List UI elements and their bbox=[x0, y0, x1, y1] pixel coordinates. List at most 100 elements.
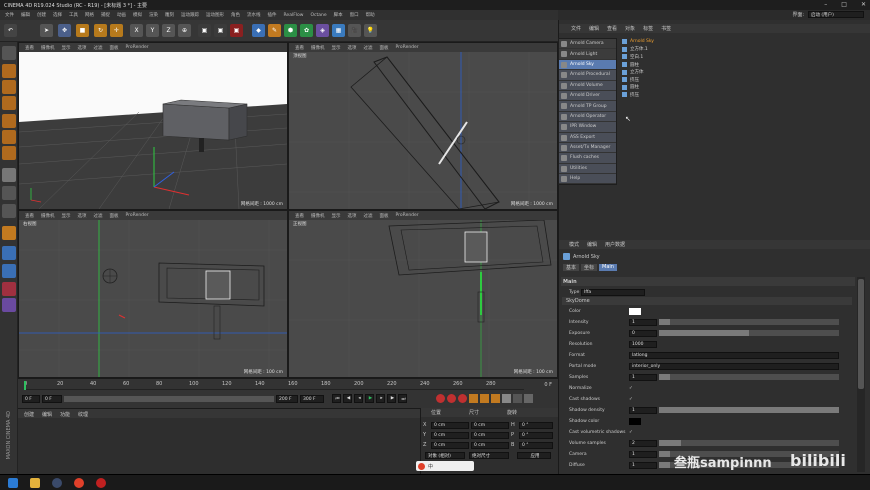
arnold-menu-item[interactable]: Help bbox=[559, 174, 616, 185]
vp-menu-item[interactable]: 面板 bbox=[110, 213, 119, 219]
next-key-icon[interactable]: ▶ bbox=[387, 394, 396, 403]
live-select-icon[interactable]: ✛ bbox=[110, 24, 123, 37]
material-menu-item[interactable]: 纹理 bbox=[78, 411, 88, 418]
current-frame-field[interactable]: 0 F bbox=[42, 395, 62, 403]
recorder-icon[interactable] bbox=[96, 478, 106, 488]
shadow-color-swatch[interactable] bbox=[629, 417, 641, 425]
size-field[interactable]: 0 cm bbox=[471, 441, 509, 449]
menu-item[interactable]: 窗口 bbox=[350, 12, 359, 18]
close-icon[interactable]: ✕ bbox=[861, 1, 866, 8]
attr-value-field[interactable]: 1000 bbox=[629, 340, 657, 348]
playhead[interactable] bbox=[24, 381, 26, 390]
y-axis-button[interactable]: Y bbox=[146, 24, 159, 37]
polygons-mode-icon[interactable] bbox=[2, 130, 16, 144]
file-explorer-icon[interactable] bbox=[30, 478, 40, 488]
arnold-menu-item[interactable]: Arnold TP Group bbox=[559, 101, 616, 112]
auto-key-icon[interactable] bbox=[447, 394, 456, 403]
select-arrow-icon[interactable]: ➤ bbox=[40, 24, 53, 37]
attr-value-field[interactable]: 1 bbox=[629, 373, 657, 381]
layout-select[interactable]: 启动 (用户) bbox=[808, 11, 864, 18]
attr-slider[interactable] bbox=[659, 374, 839, 380]
object-row[interactable]: 立方体 bbox=[622, 68, 682, 76]
vp-menu-item[interactable]: 过滤 bbox=[94, 213, 103, 219]
size-mode-select[interactable]: 绝对尺寸 bbox=[469, 452, 509, 459]
menu-item[interactable]: 运动跟踪 bbox=[181, 12, 199, 18]
arnold-menu-item[interactable]: Flush caches bbox=[559, 153, 616, 164]
start-frame-field[interactable]: 0 F bbox=[22, 395, 40, 403]
attr-menu-item[interactable]: 模式 bbox=[569, 241, 579, 248]
menu-item[interactable]: 网格 bbox=[85, 12, 94, 18]
goto-end-icon[interactable]: ⏭ bbox=[398, 394, 407, 403]
vp-menu-item[interactable]: 选项 bbox=[78, 45, 87, 51]
key-selection-icon[interactable] bbox=[458, 394, 467, 403]
arnold-menu-item[interactable]: Arnold Sky bbox=[559, 59, 616, 71]
position-field[interactable]: 0 cm bbox=[431, 431, 469, 439]
size-field[interactable]: 0 cm bbox=[471, 431, 509, 439]
vp-menu-item[interactable]: 查看 bbox=[295, 213, 304, 219]
coord-system-icon[interactable]: ⊕ bbox=[178, 24, 191, 37]
chrome-icon[interactable] bbox=[74, 478, 84, 488]
z-axis-button[interactable]: Z bbox=[162, 24, 175, 37]
menu-item[interactable]: 动画 bbox=[117, 12, 126, 18]
workplane-icon[interactable] bbox=[2, 80, 16, 94]
axis-icon[interactable] bbox=[2, 186, 16, 200]
pla-key-icon[interactable] bbox=[513, 394, 522, 403]
tab-main[interactable]: Main bbox=[599, 264, 617, 271]
vp-menu-item[interactable]: 摄像机 bbox=[41, 45, 55, 51]
scale-icon[interactable]: ■ bbox=[76, 24, 89, 37]
vp-menu-item[interactable]: 摄像机 bbox=[311, 213, 325, 219]
vp-menu-item[interactable]: 查看 bbox=[25, 45, 34, 51]
arnold-menu-item[interactable]: Arnold Operator bbox=[559, 111, 616, 123]
object-row[interactable]: 挤压 bbox=[622, 76, 682, 84]
attr-select[interactable]: interior_only bbox=[629, 362, 839, 370]
attr-slider[interactable] bbox=[659, 330, 839, 336]
position-field[interactable]: 0 cm bbox=[431, 421, 469, 429]
attr-scroll-thumb[interactable] bbox=[858, 279, 864, 389]
attr-value-field[interactable]: 1 bbox=[629, 461, 657, 469]
param-key-icon[interactable] bbox=[502, 394, 511, 403]
vp-menu-item[interactable]: 面板 bbox=[110, 45, 119, 51]
vp-menu-item[interactable]: 摄像机 bbox=[311, 45, 325, 51]
vp-menu-item[interactable]: ProRender bbox=[396, 45, 419, 50]
vp-menu-item[interactable]: 显示 bbox=[332, 213, 341, 219]
menu-item[interactable]: 帮助 bbox=[366, 12, 375, 18]
goto-start-icon[interactable]: ⏮ bbox=[332, 394, 341, 403]
obj-menu-item[interactable]: 文件 bbox=[571, 25, 581, 32]
object-row[interactable]: Arnold Sky bbox=[622, 38, 682, 46]
prev-frame-icon[interactable]: ◂ bbox=[354, 394, 363, 403]
layer-icon[interactable] bbox=[2, 246, 16, 260]
menu-item[interactable]: Octane bbox=[310, 13, 326, 18]
uv-mode-icon[interactable] bbox=[2, 146, 16, 160]
rotate-icon[interactable]: ↻ bbox=[94, 24, 107, 37]
rotation-field[interactable]: 0 ° bbox=[519, 441, 553, 449]
menu-item[interactable]: 脚本 bbox=[334, 12, 343, 18]
timeline-ruler[interactable]: 020406080100120140160180200220240260280 bbox=[24, 381, 524, 390]
menu-item[interactable]: 渲染 bbox=[149, 12, 158, 18]
attr-slider[interactable] bbox=[659, 440, 839, 446]
edges-mode-icon[interactable] bbox=[2, 114, 16, 128]
menu-item[interactable]: 工具 bbox=[69, 12, 78, 18]
model-mode-icon[interactable] bbox=[2, 46, 16, 60]
next-frame-icon[interactable]: ▸ bbox=[376, 394, 385, 403]
move-key-icon[interactable] bbox=[469, 394, 478, 403]
rotation-field[interactable]: 0 ° bbox=[519, 431, 553, 439]
obj-menu-item[interactable]: 查看 bbox=[607, 25, 617, 32]
attr-slider[interactable] bbox=[659, 319, 839, 325]
obj-menu-item[interactable]: 对象 bbox=[625, 25, 635, 32]
apply-button[interactable]: 应用 bbox=[517, 452, 551, 459]
menu-item[interactable]: 创建 bbox=[37, 12, 46, 18]
array-icon[interactable]: ✿ bbox=[300, 24, 313, 37]
attr-value-field[interactable]: 1 bbox=[629, 318, 657, 326]
attr-scrollbar[interactable] bbox=[857, 277, 865, 472]
prev-key-icon[interactable]: ◀ bbox=[343, 394, 352, 403]
scale-key-icon[interactable] bbox=[480, 394, 489, 403]
vp-menu-item[interactable]: 显示 bbox=[332, 45, 341, 51]
vp-menu-item[interactable]: 显示 bbox=[62, 45, 71, 51]
texture-mode-icon[interactable] bbox=[2, 64, 16, 78]
layer2-icon[interactable] bbox=[2, 264, 16, 278]
minimize-icon[interactable]: – bbox=[824, 1, 827, 8]
vp-menu-item[interactable]: 面板 bbox=[380, 213, 389, 219]
rotation-field[interactable]: 0 ° bbox=[519, 421, 553, 429]
range-slider[interactable] bbox=[64, 396, 274, 402]
object-row[interactable]: 圆柱 bbox=[622, 61, 682, 69]
